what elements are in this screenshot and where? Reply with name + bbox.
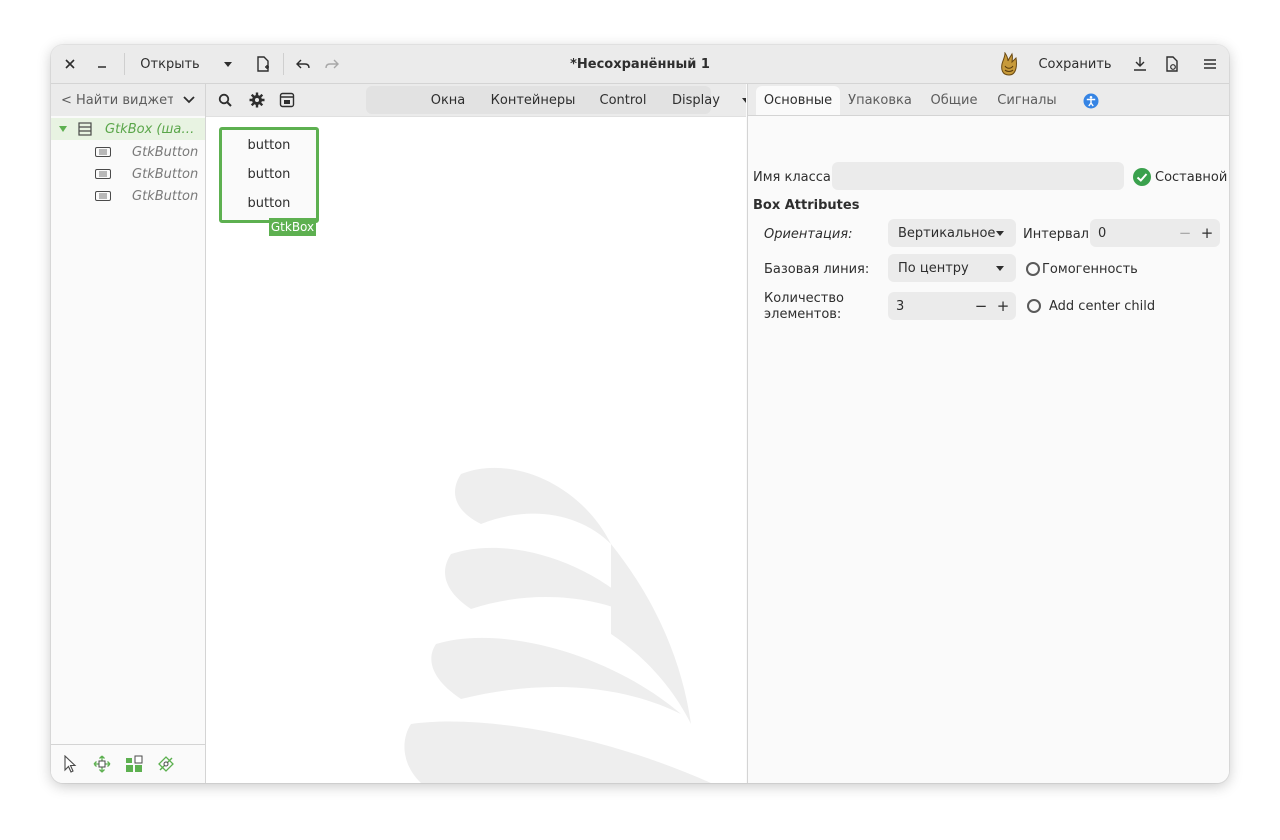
- tree-row-gtkbutton[interactable]: GtkButton: [51, 163, 205, 185]
- center-child-radio[interactable]: [1027, 299, 1041, 313]
- item-count-increment-button[interactable]: +: [992, 297, 1014, 315]
- expander-down-icon: [59, 126, 67, 132]
- tab-general[interactable]: Основные: [756, 86, 840, 115]
- item-count-decrement-button[interactable]: −: [970, 297, 992, 315]
- search-dropdown-button[interactable]: [183, 93, 195, 108]
- tree-row-gtkbutton[interactable]: GtkButton: [51, 185, 205, 207]
- baseline-dropdown[interactable]: По центру: [888, 254, 1016, 282]
- editing-tools-bar: [51, 744, 205, 783]
- chevron-down-icon: [996, 265, 1004, 271]
- tab-packing[interactable]: Упаковка: [844, 86, 916, 115]
- preview-button-3[interactable]: button: [224, 190, 314, 216]
- margin-icon: [126, 755, 143, 772]
- save-button[interactable]: Сохранить: [1038, 45, 1111, 83]
- item-count-value[interactable]: 3: [896, 299, 970, 314]
- tree-row-gtkbox[interactable]: GtkBox (ша…: [51, 118, 205, 140]
- tab-accessibility[interactable]: [1078, 86, 1104, 115]
- preview-button-1[interactable]: button: [224, 132, 314, 158]
- orientation-value: Вертикальное: [898, 225, 996, 241]
- widget-search-row: < Найти виджет…: [51, 84, 205, 116]
- object-tree-panel: < Найти виджет… GtkBox (ша… GtkButton Gt…: [51, 84, 206, 783]
- palette-tab-display[interactable]: Display: [668, 84, 724, 116]
- drag-resize-icon: [93, 755, 111, 773]
- tab-signals[interactable]: Сигналы: [994, 86, 1060, 115]
- orientation-label: Ориентация:: [764, 227, 853, 242]
- composite-label[interactable]: Составной: [1155, 170, 1227, 185]
- export-button[interactable]: [1129, 45, 1151, 83]
- item-count-label-line2: элементов:: [764, 307, 842, 322]
- homogeneous-label[interactable]: Гомогенность: [1042, 262, 1138, 277]
- item-count-spinbutton[interactable]: 3 − +: [888, 292, 1016, 320]
- palette-tab-control[interactable]: Control: [594, 84, 652, 116]
- spacing-label: Интервал:: [1023, 227, 1094, 242]
- chevron-down-icon: [183, 95, 195, 103]
- design-canvas-panel: Окна Контейнеры Control Display button b…: [206, 84, 746, 783]
- spacing-value[interactable]: 0: [1098, 226, 1174, 241]
- align-tool-button[interactable]: [155, 753, 177, 775]
- property-editor-panel: Основные Упаковка Общие Сигналы Имя клас…: [747, 84, 1229, 783]
- tree-label-gtkbutton: GtkButton: [132, 188, 199, 204]
- item-count-label: Количество элементов:: [764, 291, 844, 323]
- gtkbox-preview[interactable]: button button button: [219, 127, 319, 223]
- search-icon: [218, 93, 232, 107]
- margin-tool-button[interactable]: [123, 753, 145, 775]
- box-widget-icon: [78, 122, 92, 136]
- accessibility-icon: [1083, 93, 1099, 108]
- check-circle-icon: [1133, 168, 1151, 186]
- selection-tag: GtkBox: [269, 218, 316, 236]
- glade-watermark-logo: [404, 467, 711, 783]
- pointer-icon: [64, 755, 77, 773]
- preview-button[interactable]: [1161, 45, 1183, 83]
- button-widget-icon: [95, 191, 111, 201]
- class-name-input[interactable]: [832, 162, 1124, 190]
- app-logo-icon: [995, 45, 1023, 83]
- find-widget-input[interactable]: < Найти виджет…: [61, 93, 173, 108]
- preview-widget-icon: [279, 92, 295, 108]
- preview-button-2[interactable]: button: [224, 161, 314, 187]
- palette-toolbar: Окна Контейнеры Control Display: [206, 84, 746, 117]
- palette-tab-windows[interactable]: Окна: [426, 84, 470, 116]
- baseline-label: Базовая линия:: [764, 262, 870, 277]
- homogeneous-radio[interactable]: [1026, 262, 1040, 276]
- hamburger-menu-icon: [1204, 59, 1216, 69]
- pointer-tool-button[interactable]: [59, 753, 81, 775]
- settings-button[interactable]: [246, 84, 268, 116]
- palette-tab-containers[interactable]: Контейнеры: [488, 84, 578, 116]
- search-palette-button[interactable]: [214, 84, 236, 116]
- spacing-decrement-button[interactable]: −: [1174, 224, 1196, 242]
- button-widget-icon: [95, 169, 111, 179]
- header-bar: Открыть *Несохранённый 1 Сохранить: [51, 45, 1229, 84]
- button-widget-icon: [95, 147, 111, 157]
- spacing-increment-button[interactable]: +: [1196, 224, 1218, 242]
- tree-label-gtkbutton: GtkButton: [132, 166, 199, 182]
- drag-resize-tool-button[interactable]: [91, 753, 113, 775]
- tree-label-gtkbutton: GtkButton: [132, 144, 199, 160]
- preview-icon: [1166, 56, 1178, 72]
- orientation-dropdown[interactable]: Вертикальное: [888, 219, 1016, 247]
- palette-more-dropdown[interactable]: [736, 84, 746, 116]
- download-icon: [1134, 57, 1146, 71]
- class-name-label: Имя класса:: [753, 170, 836, 185]
- property-tabs: Основные Упаковка Общие Сигналы: [748, 84, 1229, 116]
- main-menu-button[interactable]: [1199, 45, 1221, 83]
- widget-preview-button[interactable]: [276, 84, 298, 116]
- section-title: Box Attributes: [753, 198, 860, 213]
- align-icon: [158, 756, 174, 772]
- baseline-value: По центру: [898, 260, 969, 276]
- chevron-down-icon: [742, 97, 746, 103]
- center-child-label[interactable]: Add center child: [1049, 299, 1155, 314]
- item-count-label-line1: Количество: [764, 291, 844, 306]
- tree-row-gtkbutton[interactable]: GtkButton: [51, 141, 205, 163]
- tab-common[interactable]: Общие: [926, 86, 982, 115]
- chevron-down-icon: [996, 230, 1004, 236]
- tree-label-gtkbox: GtkBox (ша…: [105, 121, 195, 137]
- gear-icon: [249, 92, 265, 108]
- spacing-spinbutton[interactable]: 0 − +: [1090, 219, 1220, 247]
- app-window: Открыть *Несохранённый 1 Сохранить < Най…: [51, 45, 1229, 783]
